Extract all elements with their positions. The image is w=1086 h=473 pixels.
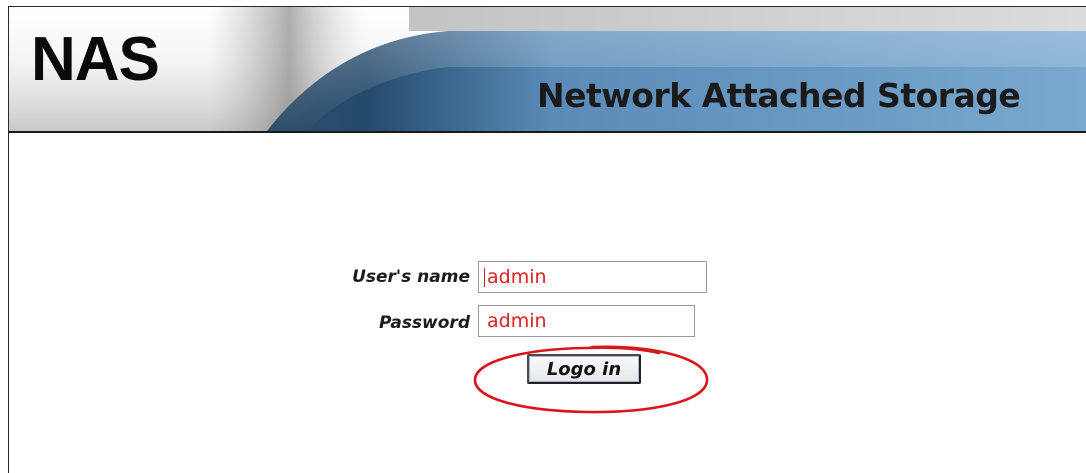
login-form: User's name Password Logo in bbox=[9, 7, 1086, 473]
password-input[interactable] bbox=[478, 305, 695, 337]
username-label: User's name bbox=[352, 267, 470, 287]
username-input[interactable] bbox=[478, 261, 707, 293]
page-frame: NAS Network Attached Storage User's name… bbox=[8, 6, 1086, 473]
password-label: Password bbox=[378, 313, 470, 333]
login-button[interactable]: Logo in bbox=[527, 354, 641, 384]
text-cursor bbox=[484, 268, 485, 287]
